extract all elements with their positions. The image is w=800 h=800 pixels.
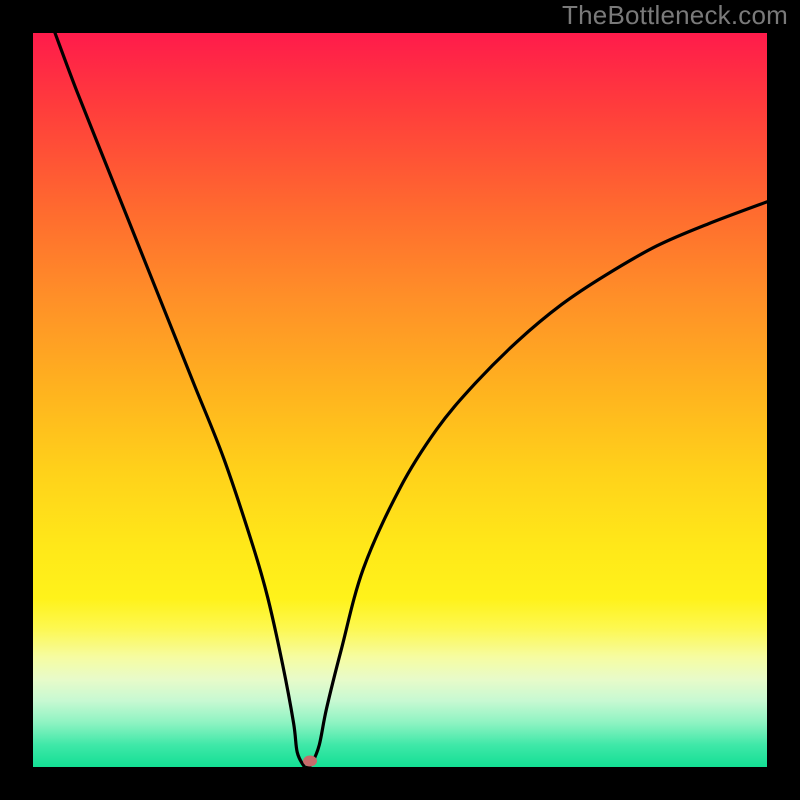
chart-frame: TheBottleneck.com [0,0,800,800]
bottleneck-curve [55,33,767,767]
watermark-text: TheBottleneck.com [562,0,788,31]
min-marker [303,756,317,767]
plot-area [33,33,767,767]
curve-svg [33,33,767,767]
